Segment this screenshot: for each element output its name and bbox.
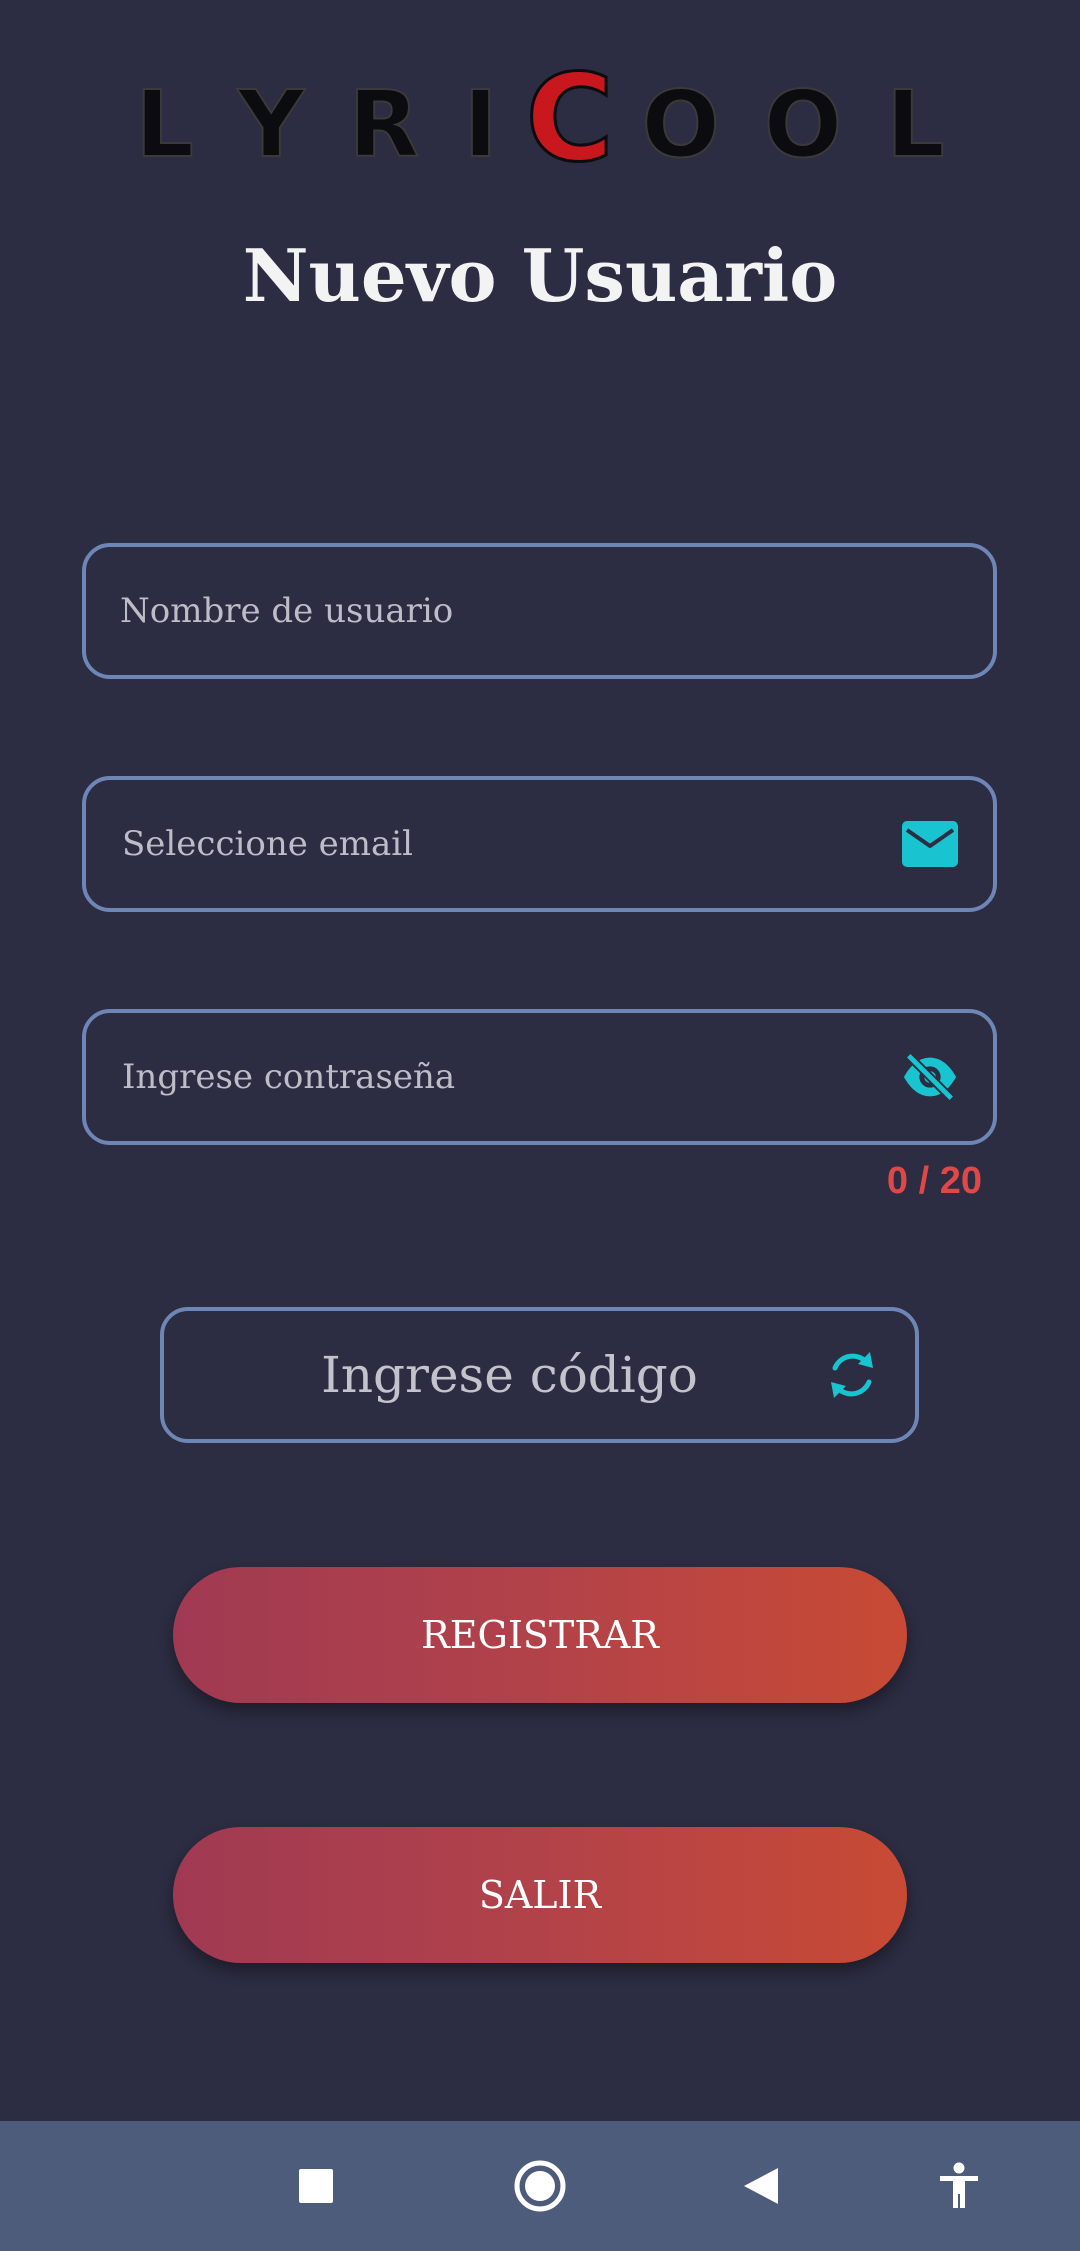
code-field[interactable]: Ingrese código — [160, 1307, 919, 1443]
exit-button[interactable]: SALIR — [173, 1827, 907, 1963]
logo-letter: L — [134, 70, 195, 179]
logo-letter: Y — [237, 70, 306, 179]
accessibility-icon[interactable] — [926, 2153, 992, 2219]
page-title: Nuevo Usuario — [242, 233, 838, 318]
email-field[interactable]: Seleccione email — [82, 776, 997, 912]
password-placeholder: Ingrese contraseña — [122, 1057, 456, 1097]
home-icon[interactable] — [507, 2153, 573, 2219]
back-icon[interactable] — [728, 2153, 794, 2219]
email-placeholder: Seleccione email — [122, 824, 414, 864]
logo-letter: O — [763, 70, 843, 179]
logo-letter: I — [462, 70, 498, 179]
logo-letter: O — [641, 70, 721, 179]
logo-letter: R — [348, 70, 421, 179]
register-button[interactable]: REGISTRAR — [173, 1567, 907, 1703]
password-field[interactable]: Ingrese contraseña — [82, 1009, 997, 1145]
recents-icon[interactable] — [283, 2153, 349, 2219]
logo-letter-accent: C — [524, 50, 615, 189]
system-navigation-bar — [0, 2121, 1080, 2251]
app-logo: L Y R I C O O L — [0, 50, 1080, 189]
logo-letter: L — [885, 70, 946, 179]
username-placeholder: Nombre de usuario — [120, 591, 454, 631]
password-char-counter: 0 / 20 — [886, 1160, 982, 1202]
code-placeholder: Ingrese código — [321, 1346, 698, 1404]
email-icon[interactable] — [901, 815, 959, 873]
visibility-off-icon[interactable] — [901, 1048, 959, 1106]
username-field[interactable]: Nombre de usuario — [82, 543, 997, 679]
refresh-icon[interactable] — [823, 1346, 881, 1404]
